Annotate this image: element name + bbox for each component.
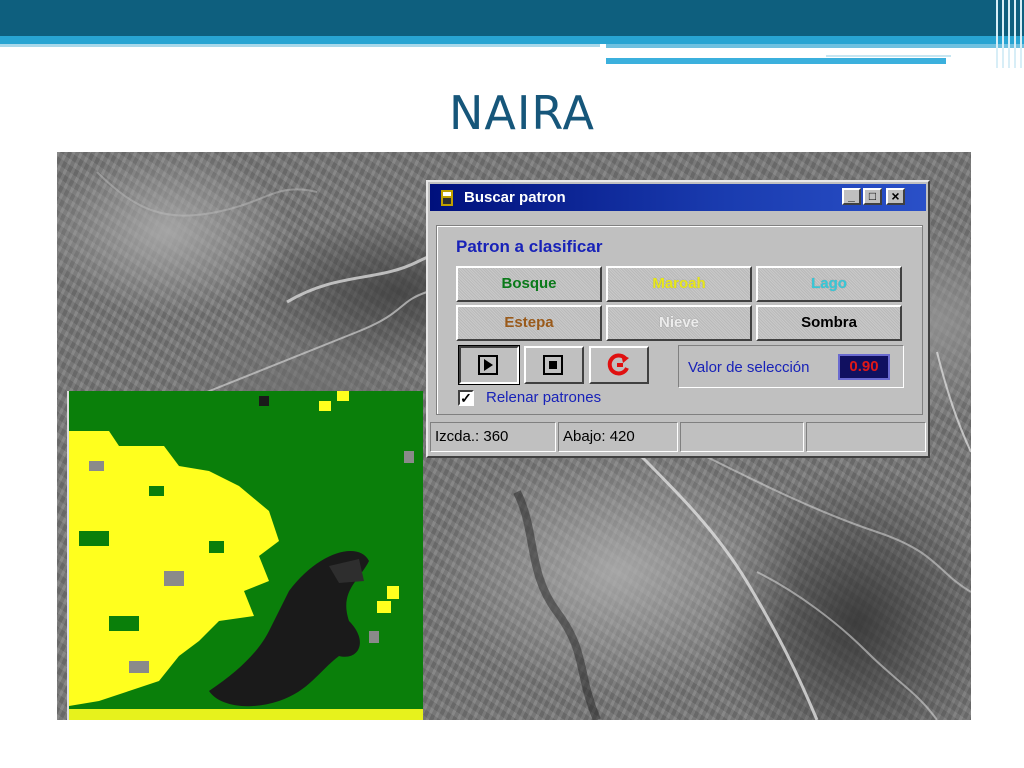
fill-patterns-label: Relenar patrones xyxy=(486,389,602,406)
pattern-button-nieve[interactable]: Nieve xyxy=(606,305,752,341)
status-left: Izcda.: 360 xyxy=(430,422,556,452)
play-icon xyxy=(478,355,498,375)
dialog-title: Buscar patron xyxy=(464,189,566,206)
close-button[interactable]: × xyxy=(886,188,905,205)
header-stripes xyxy=(992,0,1024,68)
pattern-button-estepa[interactable]: Estepa xyxy=(456,305,602,341)
header-bar-thin xyxy=(0,44,600,47)
stop-icon xyxy=(543,355,563,375)
play-button[interactable] xyxy=(458,345,520,385)
minimize-button[interactable]: _ xyxy=(842,188,861,205)
pattern-group-title: Patron a clasificar xyxy=(456,237,603,256)
status-down: Abajo: 420 xyxy=(558,422,678,452)
pattern-button-sombra[interactable]: Sombra xyxy=(756,305,902,341)
reset-icon xyxy=(607,353,629,376)
reset-button[interactable] xyxy=(589,346,649,384)
stop-button[interactable] xyxy=(524,346,584,384)
header-bar-light xyxy=(0,36,1024,44)
pattern-button-lago[interactable]: Lago xyxy=(756,266,902,302)
maximize-button[interactable]: □ xyxy=(863,188,882,205)
app-icon xyxy=(441,190,453,206)
dialog-title-bar[interactable]: Buscar patron _ □ × xyxy=(430,184,926,211)
selection-value-field[interactable]: 0.90 xyxy=(838,354,890,380)
status-panel-3 xyxy=(680,422,804,452)
selection-value-label: Valor de selección xyxy=(688,359,810,376)
slide-title: NAIRA xyxy=(448,86,595,140)
header-bar-dark xyxy=(0,0,1024,36)
fill-patterns-checkbox[interactable]: ✓ xyxy=(458,390,474,406)
classified-map xyxy=(67,391,423,720)
pattern-button-bosque[interactable]: Bosque xyxy=(456,266,602,302)
header-accent xyxy=(606,44,1024,68)
search-pattern-dialog: Buscar patron _ □ × Patron a clasificar … xyxy=(426,180,930,458)
pattern-button-maroah[interactable]: Maroah xyxy=(606,266,752,302)
status-panel-4 xyxy=(806,422,926,452)
